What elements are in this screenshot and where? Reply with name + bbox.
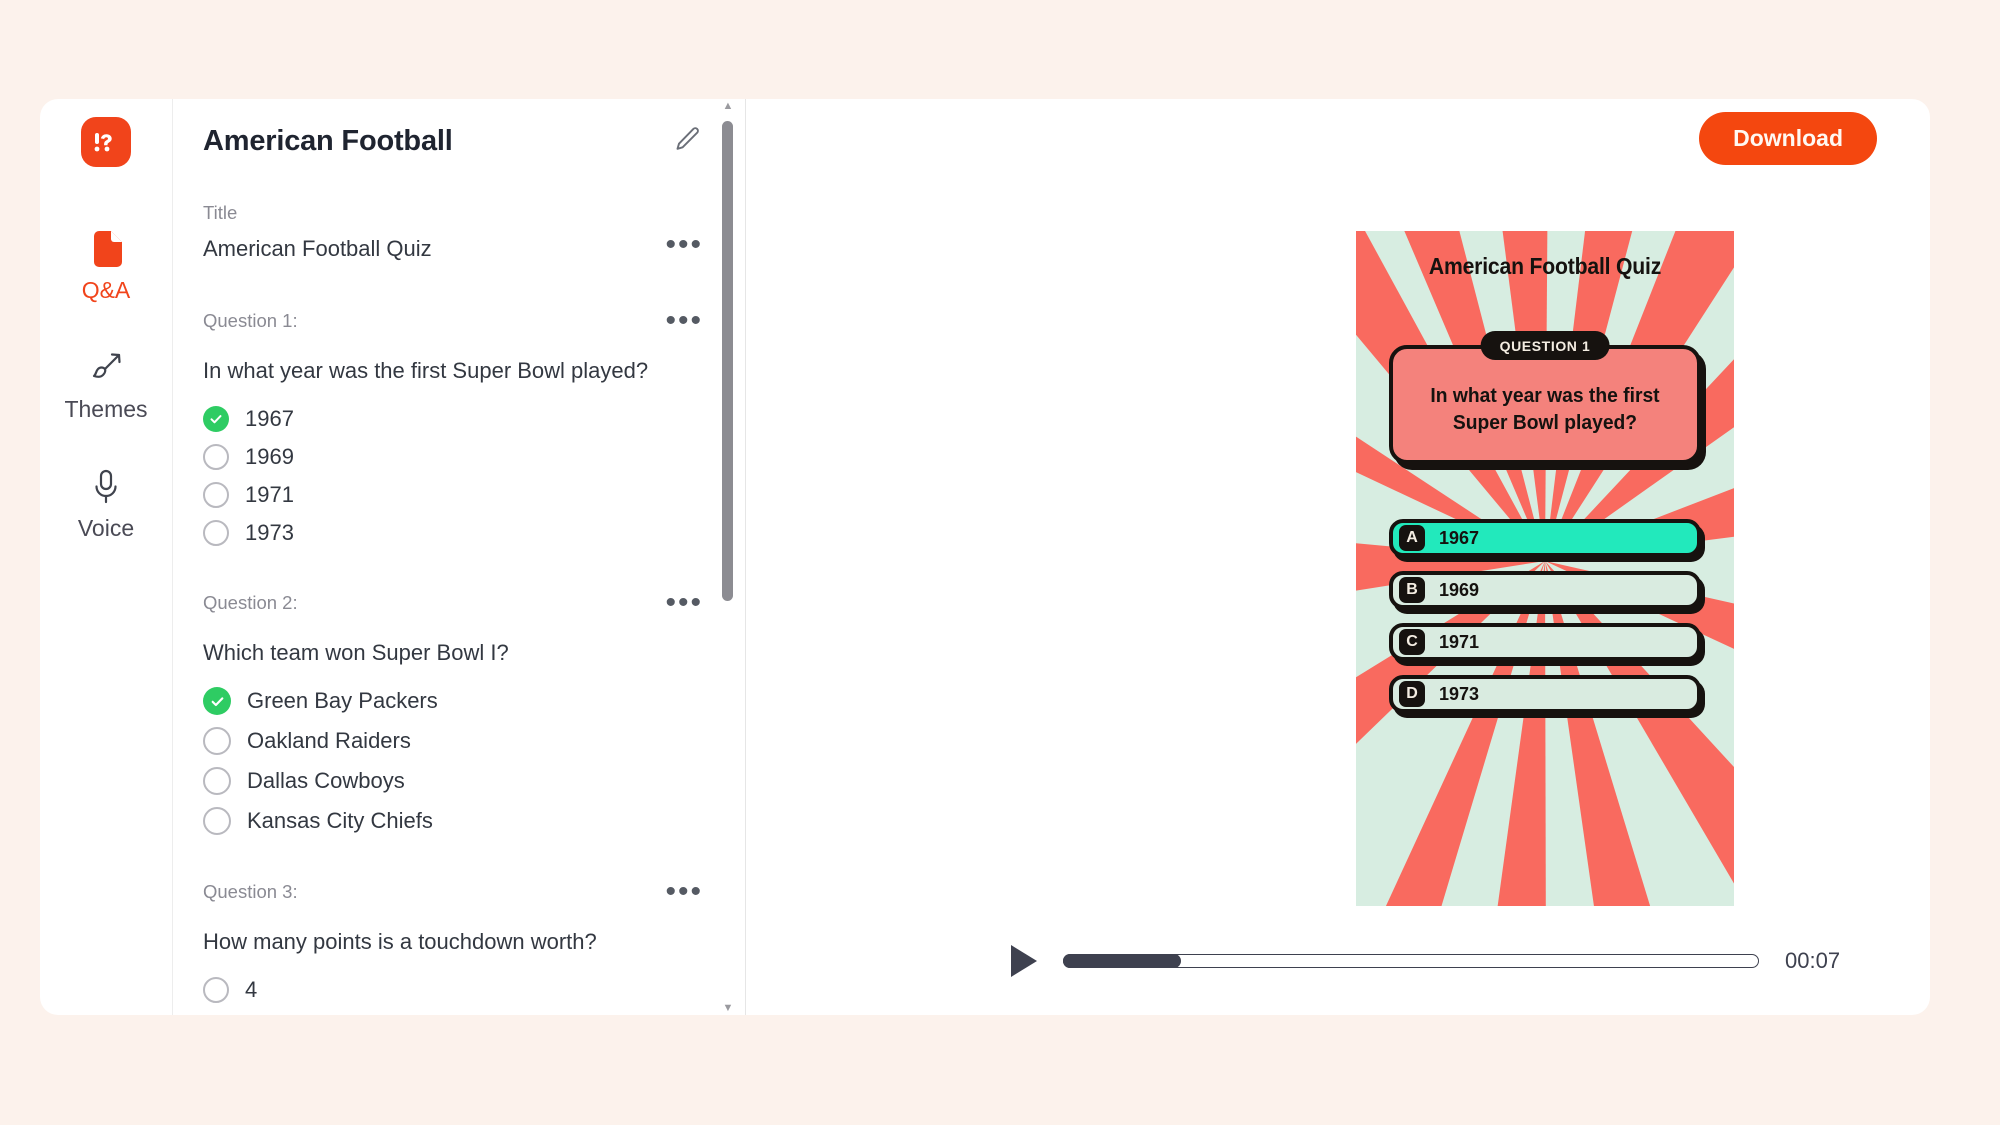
question-block: Question 2: ••• Which team won Super Bow…: [203, 587, 705, 836]
slide-answers: A 1967 B 1969 C 1971 D 1973: [1389, 519, 1701, 727]
slide-title: American Football Quiz: [1428, 253, 1662, 279]
question-number-badge: QUESTION 1: [1480, 331, 1610, 360]
option-label: 4: [245, 977, 258, 1003]
question-card: In what year was the first Super Bowl pl…: [1389, 345, 1701, 465]
option-label: 1971: [245, 481, 294, 507]
radio-icon: [203, 767, 231, 796]
slide-answer-option[interactable]: C 1971: [1389, 623, 1701, 661]
answer-text: 1967: [1439, 527, 1480, 548]
question-text[interactable]: How many points is a touchdown worth?: [203, 927, 705, 957]
option-label: Green Bay Packers: [247, 688, 438, 714]
paintbrush-icon: [88, 346, 124, 390]
option-label: 1969: [245, 443, 294, 469]
pencil-icon[interactable]: [669, 121, 705, 162]
quiz-slide-preview: American Football Quiz QUESTION 1 In wha…: [1356, 231, 1734, 906]
option-row[interactable]: 4: [203, 977, 705, 1004]
question-editor-panel: American Football Title American Footbal…: [173, 99, 746, 1015]
app-logo[interactable]: [81, 117, 131, 167]
radio-icon: [203, 519, 229, 546]
option-label: 1973: [245, 519, 294, 545]
answer-letter-badge: C: [1399, 629, 1425, 655]
question-options-menu[interactable]: •••: [663, 587, 705, 622]
radio-checked-icon: [203, 405, 229, 432]
editor-scrollbar[interactable]: ▲ ▼: [719, 99, 737, 1015]
option-label: Kansas City Chiefs: [247, 808, 433, 834]
answer-letter-badge: D: [1399, 681, 1425, 707]
option-label: 1967: [245, 405, 294, 431]
progress-bar-fill: [1063, 954, 1181, 968]
question-label: Question 2:: [203, 591, 298, 613]
sidebar-item-themes[interactable]: Themes: [51, 346, 161, 423]
radio-icon: [203, 727, 231, 756]
elapsed-time: 00:07: [1785, 948, 1841, 973]
option-row[interactable]: 1969: [203, 443, 705, 470]
question-text[interactable]: Which team won Super Bowl I?: [203, 638, 705, 668]
title-field-group: Title American Football Quiz •••: [203, 202, 705, 264]
option-row[interactable]: Kansas City Chiefs: [203, 807, 705, 836]
question-text[interactable]: In what year was the first Super Bowl pl…: [203, 356, 705, 386]
question-options-menu[interactable]: •••: [663, 877, 705, 911]
answer-text: 1969: [1439, 579, 1480, 600]
question-block: Question 1: ••• In what year was the fir…: [203, 306, 705, 546]
sidebar-item-qa-label: Q&A: [81, 277, 131, 303]
title-options-menu[interactable]: •••: [663, 230, 705, 264]
radio-icon: [203, 977, 229, 1004]
preview-panel: Download American Football Quiz QUESTION…: [746, 99, 1930, 1015]
sidebar-item-qa[interactable]: Q&A: [51, 227, 161, 304]
answer-letter-badge: B: [1399, 577, 1425, 603]
sidebar-item-voice[interactable]: Voice: [51, 465, 161, 542]
question-options-menu[interactable]: •••: [663, 306, 705, 340]
sidebar-rail: Q&A Themes Voice: [40, 99, 173, 1015]
title-field-value[interactable]: American Football Quiz: [203, 236, 432, 262]
slide-question-line-1: In what year was the first: [1430, 384, 1660, 407]
sidebar-item-themes-label: Themes: [64, 396, 148, 422]
radio-checked-icon: [203, 687, 231, 716]
option-row[interactable]: 1973: [203, 519, 705, 546]
option-row[interactable]: 1971: [203, 481, 705, 508]
editor-header: American Football: [203, 121, 705, 162]
scroll-up-icon[interactable]: ▲: [723, 99, 734, 113]
progress-bar[interactable]: [1063, 954, 1759, 968]
option-label: Dallas Cowboys: [247, 768, 405, 794]
media-player-controls: 00:07: [1011, 945, 1855, 977]
radio-icon: [203, 443, 229, 470]
scroll-down-icon[interactable]: ▼: [723, 1001, 734, 1015]
option-row[interactable]: Dallas Cowboys: [203, 767, 705, 796]
microphone-icon: [90, 465, 122, 509]
radio-icon: [203, 807, 231, 836]
scrollbar-track[interactable]: [719, 113, 737, 1001]
scrollbar-thumb[interactable]: [722, 121, 733, 601]
download-button[interactable]: Download: [1699, 112, 1877, 165]
answer-text: 1971: [1439, 631, 1480, 652]
question-label: Question 3:: [203, 881, 298, 903]
slide-answer-option[interactable]: B 1969: [1389, 571, 1701, 609]
radio-icon: [203, 481, 229, 508]
option-label: Oakland Raiders: [247, 728, 411, 754]
slide-answer-option[interactable]: A 1967: [1389, 519, 1701, 557]
question-label: Question 1:: [203, 310, 298, 331]
option-row[interactable]: Green Bay Packers: [203, 687, 705, 716]
page-title: American Football: [203, 125, 453, 157]
option-row[interactable]: Oakland Raiders: [203, 727, 705, 756]
answer-letter-badge: A: [1399, 525, 1425, 551]
play-icon[interactable]: [1011, 945, 1037, 977]
title-field-label: Title: [203, 202, 238, 223]
option-row[interactable]: 1967: [203, 405, 705, 432]
answer-text: 1973: [1439, 683, 1480, 704]
slide-question-line-2: Super Bowl played?: [1452, 410, 1638, 434]
slide-answer-option[interactable]: D 1973: [1389, 675, 1701, 713]
sidebar-item-voice-label: Voice: [77, 515, 135, 541]
question-block: Question 3: ••• How many points is a tou…: [203, 877, 705, 1004]
app-window: Q&A Themes Voice American Football Title…: [40, 99, 1930, 1015]
document-icon: [89, 227, 123, 271]
